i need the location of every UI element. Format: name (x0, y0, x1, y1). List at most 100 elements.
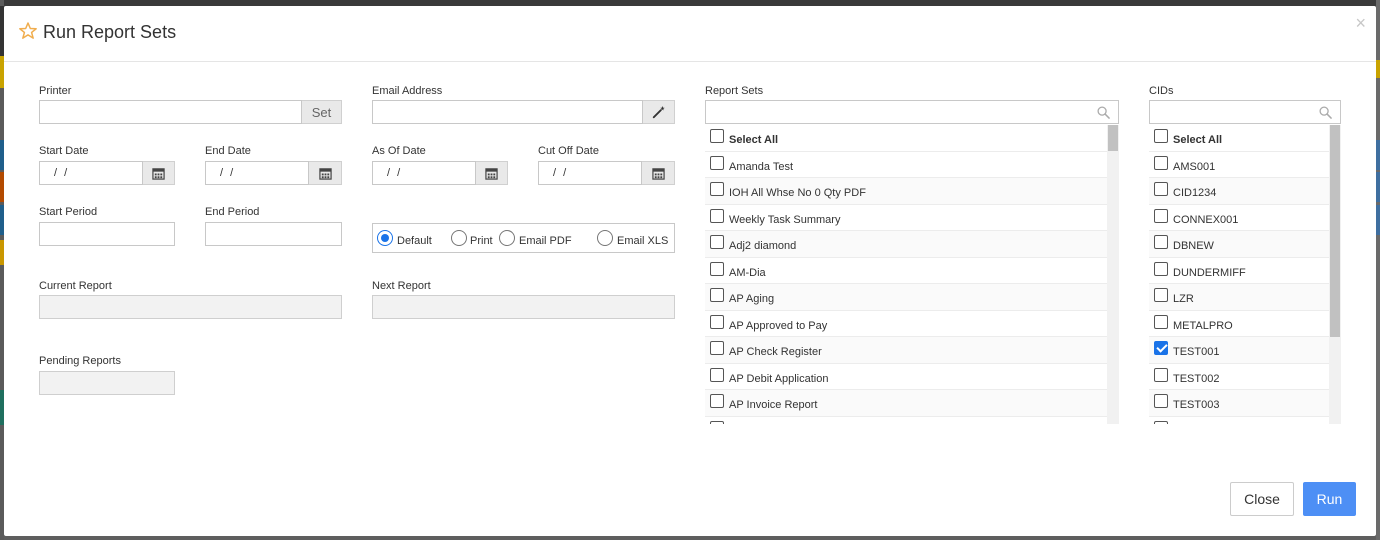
cid-checkbox[interactable] (1154, 420, 1168, 424)
report-set-item[interactable]: Weekly Task Summary (705, 205, 1119, 231)
cids-scrollbar[interactable] (1329, 125, 1341, 424)
report-set-item[interactable]: AP Invoice Report (705, 390, 1119, 417)
cid-checkbox[interactable] (1154, 182, 1168, 196)
radio-print[interactable] (451, 230, 467, 246)
radio-email-xls[interactable] (597, 230, 613, 246)
select-all-checkbox[interactable] (1154, 129, 1168, 143)
cid-item[interactable]: METALPRO (1149, 311, 1341, 337)
report-sets-scroll-thumb[interactable] (1108, 125, 1118, 151)
radio-email-pdf-label: Email PDF (519, 235, 572, 247)
cid-item[interactable]: TEST001 (1149, 337, 1341, 364)
cid-item[interactable]: CONNEX001 (1149, 205, 1341, 231)
cid-checkbox[interactable] (1154, 394, 1168, 408)
end-date-picker-button[interactable] (309, 161, 342, 185)
close-icon[interactable]: × (1355, 14, 1366, 32)
report-set-item[interactable]: AP Check Register (705, 337, 1119, 364)
report-set-checkbox[interactable] (710, 235, 724, 249)
cids-search-input[interactable] (1149, 100, 1341, 124)
cid-checkbox[interactable] (1154, 367, 1168, 382)
cids-scroll-thumb[interactable] (1330, 125, 1340, 337)
report-set-item[interactable]: IOH All Whse No 0 Qty PDF (705, 178, 1119, 205)
current-report-field (39, 295, 342, 319)
report-set-item[interactable]: Amanda Test (705, 152, 1119, 178)
report-set-checkbox[interactable] (710, 314, 724, 329)
cid-checkbox[interactable] (1154, 341, 1168, 355)
report-set-checkbox[interactable] (710, 208, 724, 223)
radio-email-pdf[interactable] (499, 230, 515, 246)
cut-off-date-input[interactable]: / / (538, 161, 642, 185)
report-set-item-partial (705, 417, 1119, 424)
start-date-value: / / (54, 167, 70, 179)
report-set-checkbox[interactable] (710, 394, 724, 408)
select-all-checkbox[interactable] (710, 129, 724, 143)
cid-item[interactable]: TEST003 (1149, 390, 1341, 417)
dialog-header: Run Report Sets × (4, 6, 1376, 62)
as-of-date-picker-button[interactable] (476, 161, 508, 185)
end-period-label: End Period (205, 206, 260, 218)
as-of-date-label: As Of Date (372, 145, 426, 157)
cut-off-date-picker-button[interactable] (642, 161, 675, 185)
report-set-checkbox[interactable] (710, 367, 724, 382)
email-address-input[interactable] (372, 100, 643, 124)
end-date-label: End Date (205, 145, 251, 157)
cid-checkbox[interactable] (1154, 208, 1168, 223)
report-sets-select-all[interactable]: Select All (705, 125, 1119, 152)
pending-reports-label: Pending Reports (39, 355, 121, 367)
cid-item-label: TEST001 (1173, 346, 1220, 358)
report-set-item[interactable]: Adj2 diamond (705, 231, 1119, 258)
background-bottom-edge (4, 536, 1376, 540)
magic-wand-icon (652, 105, 665, 119)
cid-item[interactable]: DUNDERMIFF (1149, 258, 1341, 284)
radio-email-xls-label: Email XLS (617, 235, 669, 247)
radio-default[interactable] (377, 230, 393, 246)
cid-checkbox[interactable] (1154, 261, 1168, 276)
report-set-checkbox[interactable] (710, 288, 724, 302)
end-date-input[interactable]: / / (205, 161, 309, 185)
start-date-input[interactable]: / / (39, 161, 143, 185)
cut-off-date-label: Cut Off Date (538, 145, 599, 157)
as-of-date-value: / / (387, 167, 403, 179)
report-set-checkbox[interactable] (710, 341, 724, 355)
cid-item-label: AMS001 (1173, 160, 1216, 173)
search-icon (1097, 106, 1110, 119)
cids-list: Select All AMS001 CID1234 CONNEX001 DBNEW DU… (1149, 125, 1341, 424)
report-set-item[interactable]: AP Aging (705, 284, 1119, 311)
cid-item[interactable]: CID1234 (1149, 178, 1341, 205)
cid-item[interactable]: DBNEW (1149, 231, 1341, 258)
run-button[interactable]: Run (1303, 482, 1356, 516)
cid-checkbox[interactable] (1154, 288, 1168, 302)
as-of-date-input[interactable]: / / (372, 161, 476, 185)
report-set-item-label: Adj2 diamond (729, 240, 797, 252)
report-sets-search-input[interactable] (705, 100, 1119, 124)
report-sets-scrollbar[interactable] (1107, 125, 1119, 424)
search-icon (1319, 106, 1332, 119)
cid-item-label: DBNEW (1173, 240, 1214, 252)
start-date-picker-button[interactable] (143, 161, 175, 185)
cid-item-label: LZR (1173, 293, 1194, 305)
report-set-checkbox[interactable] (710, 182, 724, 196)
printer-input[interactable] (39, 100, 302, 124)
radio-default-label: Default (397, 235, 432, 247)
select-all-label: Select All (1173, 134, 1223, 146)
report-set-checkbox[interactable] (710, 261, 724, 276)
cid-checkbox[interactable] (1154, 314, 1168, 329)
printer-set-button[interactable]: Set (302, 100, 342, 124)
email-lookup-button[interactable] (643, 100, 675, 124)
cid-checkbox[interactable] (1154, 235, 1168, 249)
report-set-checkbox[interactable] (710, 420, 724, 424)
select-all-label: Select All (729, 134, 779, 146)
end-period-input[interactable] (205, 222, 342, 246)
cid-item[interactable]: TEST002 (1149, 364, 1341, 390)
cids-select-all[interactable]: Select All (1149, 125, 1341, 152)
report-set-item[interactable]: AM-Dia (705, 258, 1119, 284)
report-set-checkbox[interactable] (710, 155, 724, 170)
close-button[interactable]: Close (1230, 482, 1294, 516)
start-period-input[interactable] (39, 222, 175, 246)
cid-item[interactable]: LZR (1149, 284, 1341, 311)
report-set-item-label: Amanda Test (729, 160, 794, 173)
report-set-item[interactable]: AP Debit Application (705, 364, 1119, 390)
cid-item[interactable]: AMS001 (1149, 152, 1341, 178)
cid-checkbox[interactable] (1154, 155, 1168, 170)
star-icon[interactable] (18, 21, 38, 41)
report-set-item[interactable]: AP Approved to Pay (705, 311, 1119, 337)
